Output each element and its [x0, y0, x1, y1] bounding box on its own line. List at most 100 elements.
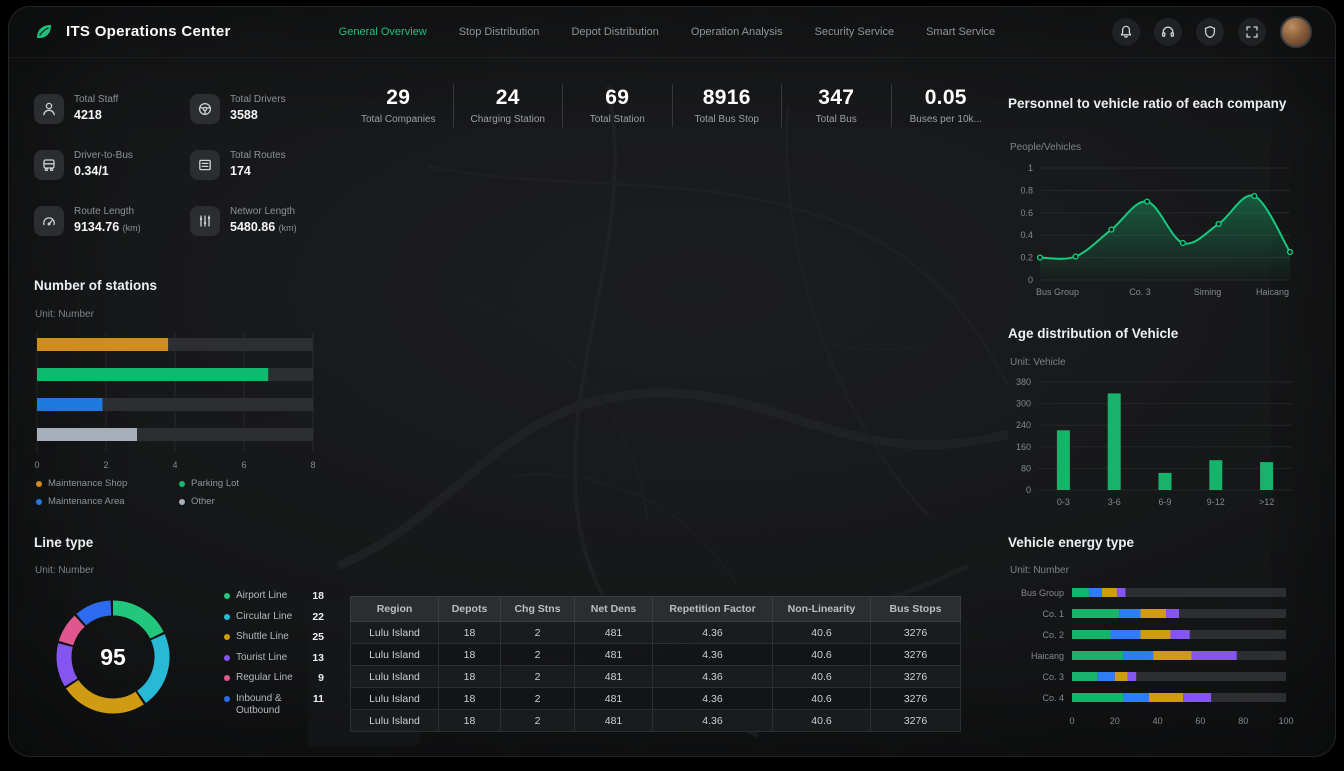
table-cell: 2 — [501, 688, 575, 710]
table-header-cell: Region — [351, 597, 439, 622]
bar-segment — [1166, 609, 1179, 618]
legend-item[interactable]: Parking Lot — [179, 478, 322, 489]
legend-dot — [224, 593, 230, 599]
svg-text:0-3: 0-3 — [1057, 497, 1070, 507]
table-row[interactable]: Lulu Island1824814.3640.63276 — [351, 666, 961, 688]
svg-text:0: 0 — [1069, 716, 1074, 726]
bar-segment — [1072, 651, 1123, 660]
kpi-label: Total Bus — [782, 114, 891, 125]
legend-dot — [224, 655, 230, 661]
legend-item[interactable]: Shuttle Line25 — [224, 631, 324, 644]
notification-bell-icon[interactable] — [1112, 18, 1140, 46]
nav-item-smart-service[interactable]: Smart Service — [926, 26, 995, 38]
legend-item[interactable]: Tourist Line13 — [224, 652, 324, 665]
svg-text:0.6: 0.6 — [1020, 208, 1033, 218]
bar-segment — [1072, 609, 1119, 618]
table-cell: 18 — [439, 644, 501, 666]
kpi-row-top: 29Total Companies24Charging Station69Tot… — [344, 84, 1000, 127]
age-distribution-bar-chart: 3803002401608000-33-66-99-12>12 — [1002, 368, 1302, 518]
stat-total-staff: Total Staff 4218 — [34, 94, 190, 124]
gauge-icon — [34, 206, 64, 236]
stations-unit-label: Unit: Number — [35, 309, 94, 320]
stat-driver-to-bus: Driver-to-Bus 0.34/1 — [34, 150, 190, 180]
nav-item-security-service[interactable]: Security Service — [815, 26, 894, 38]
kpi-value: 24 — [454, 86, 563, 110]
bar-value — [37, 368, 268, 381]
nav-item-general-overview[interactable]: General Overview — [339, 26, 427, 38]
staff-icon — [34, 94, 64, 124]
table-cell: 481 — [575, 666, 653, 688]
bar-segment — [1072, 630, 1111, 639]
table-cell: 40.6 — [773, 688, 871, 710]
personnel-ratio-title: Personnel to vehicle ratio of each compa… — [1008, 94, 1308, 114]
svg-text:4: 4 — [172, 460, 177, 470]
legend-label: Regular Line — [236, 672, 312, 685]
shield-icon[interactable] — [1196, 18, 1224, 46]
line-area — [1040, 195, 1290, 280]
bar-segment — [1183, 693, 1211, 702]
legend-value: 9 — [318, 672, 324, 684]
legend-label: Inbound & Outbound — [236, 693, 307, 718]
legend-label: Maintenance Shop — [48, 478, 127, 489]
bar-segment — [1098, 672, 1115, 681]
table-cell: Lulu Island — [351, 622, 439, 644]
stat-value: 5480.86 (km) — [230, 220, 297, 234]
bar-segment — [1072, 693, 1123, 702]
stat-total-routes: Total Routes 174 — [190, 150, 336, 180]
legend-item[interactable]: Inbound & Outbound 11 — [224, 693, 324, 718]
fullscreen-icon[interactable] — [1238, 18, 1266, 46]
legend-item[interactable]: Maintenance Shop — [36, 478, 179, 489]
svg-text:300: 300 — [1016, 399, 1031, 409]
region-table: RegionDepotsChg StnsNet DensRepetition F… — [350, 596, 961, 732]
bar-segment — [1089, 588, 1102, 597]
kpi-grid-left: Total Staff 4218 Total Drivers 3588 — [34, 94, 336, 236]
stat-value: 0.34/1 — [74, 164, 133, 178]
nav-item-stop-distribution[interactable]: Stop Distribution — [459, 26, 540, 38]
stat-label: Networ Length — [230, 206, 297, 217]
svg-text:Co. 3: Co. 3 — [1129, 287, 1151, 297]
bar-segment — [1141, 609, 1167, 618]
nav-item-operation-analysis[interactable]: Operation Analysis — [691, 26, 783, 38]
bar-segment — [1115, 672, 1128, 681]
bar-segment — [1123, 651, 1153, 660]
svg-text:160: 160 — [1016, 442, 1031, 452]
nav-item-depot-distribution[interactable]: Depot Distribution — [571, 26, 658, 38]
legend-item[interactable]: Airport Line18 — [224, 590, 324, 603]
legend-value: 11 — [313, 693, 324, 705]
age-distribution-title: Age distribution of Vehicle — [1008, 326, 1178, 341]
table-row[interactable]: Lulu Island1824814.3640.63276 — [351, 644, 961, 666]
bar-segment — [1123, 693, 1149, 702]
table-cell: 18 — [439, 710, 501, 732]
table-cell: 4.36 — [653, 622, 773, 644]
legend-item[interactable]: Maintenance Area — [36, 496, 179, 507]
routes-icon — [190, 150, 220, 180]
bar-segment — [1192, 651, 1237, 660]
bar-segment — [1119, 609, 1140, 618]
legend-value: 25 — [312, 631, 324, 643]
legend-dot — [179, 499, 185, 505]
legend-dot — [224, 696, 230, 702]
table-header-cell: Repetition Factor — [653, 597, 773, 622]
table-header-cell: Depots — [439, 597, 501, 622]
svg-text:Co. 3: Co. 3 — [1042, 672, 1064, 682]
table-cell: 3276 — [871, 710, 961, 732]
table-cell: 2 — [501, 644, 575, 666]
legend-item[interactable]: Other — [179, 496, 322, 507]
svg-text:Siming: Siming — [1194, 287, 1222, 297]
legend-item[interactable]: Regular Line 9 — [224, 672, 324, 685]
user-avatar[interactable] — [1280, 16, 1312, 48]
table-cell: 3276 — [871, 666, 961, 688]
table-row[interactable]: Lulu Island1824814.3640.63276 — [351, 622, 961, 644]
stat-label: Total Drivers — [230, 94, 286, 105]
legend-label: Maintenance Area — [48, 496, 125, 507]
table-row[interactable]: Lulu Island1824814.3640.63276 — [351, 710, 961, 732]
kpi-top-cell: 8916Total Bus Stop — [672, 84, 782, 127]
table-cell: 40.6 — [773, 666, 871, 688]
table-row[interactable]: Lulu Island1824814.3640.63276 — [351, 688, 961, 710]
legend-value: 22 — [312, 611, 324, 623]
svg-text:2: 2 — [103, 460, 108, 470]
stat-value: 9134.76 (km) — [74, 220, 141, 234]
legend-item[interactable]: Circular Line22 — [224, 611, 324, 624]
kpi-top-cell: 24Charging Station — [453, 84, 563, 127]
headset-icon[interactable] — [1154, 18, 1182, 46]
